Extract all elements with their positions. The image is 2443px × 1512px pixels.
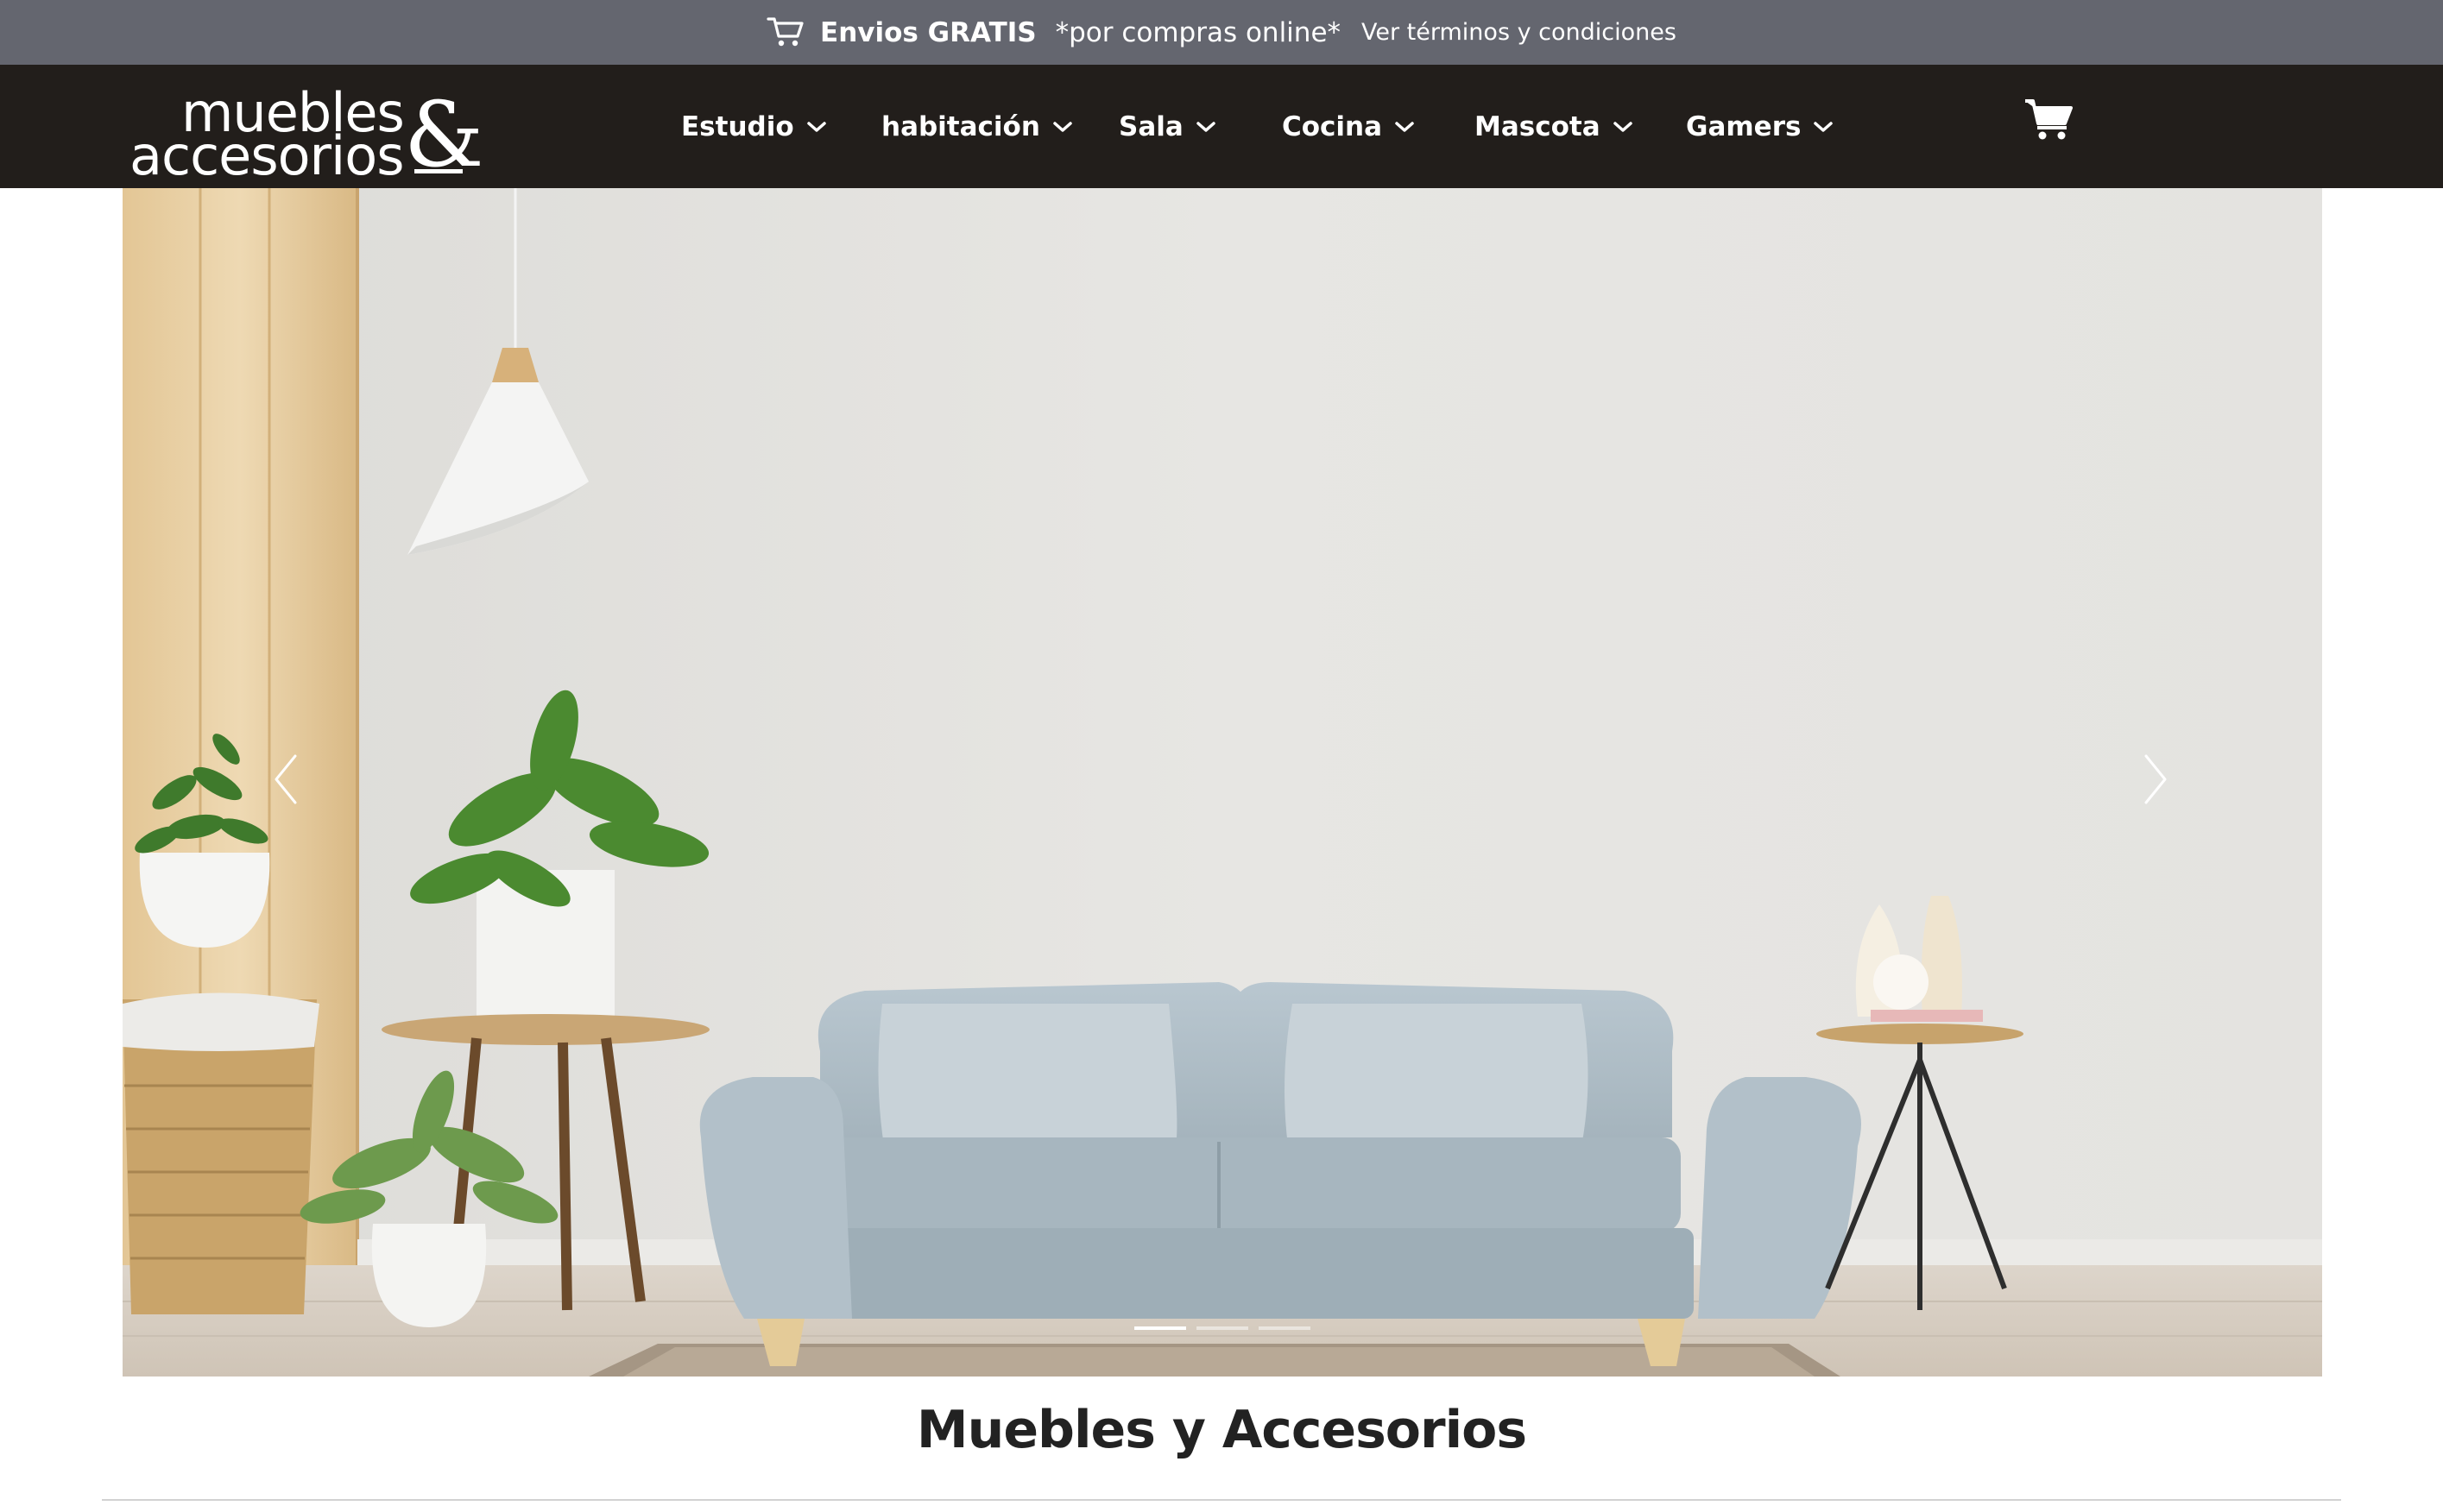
chevron-down-icon (1814, 122, 1834, 132)
main-navbar: muebles accesorios & Estudio habitación … (0, 65, 2443, 188)
nav-item-gamers[interactable]: Gamers (1686, 106, 1834, 148)
cart-icon[interactable] (2023, 98, 2074, 142)
terms-link[interactable]: Ver términos y condiciones (1361, 19, 1676, 46)
section-title: Muebles y Accesorios (916, 1400, 1527, 1460)
nav-item-cocina[interactable]: Cocina (1282, 106, 1415, 148)
chevron-down-icon (806, 122, 826, 132)
nav-item-estudio[interactable]: Estudio (681, 106, 827, 148)
carousel-indicator[interactable] (1134, 1326, 1186, 1330)
carousel-indicators (1134, 1326, 1310, 1330)
nav-item-sala[interactable]: Sala (1119, 106, 1216, 148)
hero-carousel (123, 188, 2322, 1377)
nav-item-label: habitación (881, 111, 1040, 142)
chevron-down-icon (1053, 122, 1072, 132)
promo-content: Envios GRATIS *por compras online* Ver t… (767, 16, 1676, 50)
promo-bar: Envios GRATIS *por compras online* Ver t… (0, 0, 2443, 65)
nav-item-label: Gamers (1686, 111, 1802, 142)
promo-subtext: *por compras online* (1055, 16, 1341, 48)
section-divider (102, 1499, 2341, 1501)
carousel-indicator[interactable] (1196, 1326, 1248, 1330)
chevron-left-icon[interactable] (269, 749, 304, 810)
chevron-down-icon (1395, 122, 1414, 132)
nav-item-habitacion[interactable]: habitación (881, 106, 1073, 148)
carousel-indicator[interactable] (1259, 1326, 1310, 1330)
nav-item-mascota[interactable]: Mascota (1474, 106, 1633, 148)
chevron-down-icon (1613, 122, 1632, 132)
nav-item-label: Mascota (1474, 111, 1600, 142)
nav-item-label: Cocina (1282, 111, 1383, 142)
nav-item-label: Estudio (681, 111, 794, 142)
hero-slide-image (123, 188, 2322, 1377)
chevron-down-icon (1196, 122, 1215, 132)
nav-item-label: Sala (1119, 111, 1184, 142)
main-menu: Estudio habitación Sala Cocina Mascota G… (0, 65, 2443, 188)
promo-headline: Envios GRATIS (820, 16, 1037, 48)
chevron-right-icon[interactable] (2137, 749, 2172, 810)
cart-outline-icon (767, 16, 804, 46)
